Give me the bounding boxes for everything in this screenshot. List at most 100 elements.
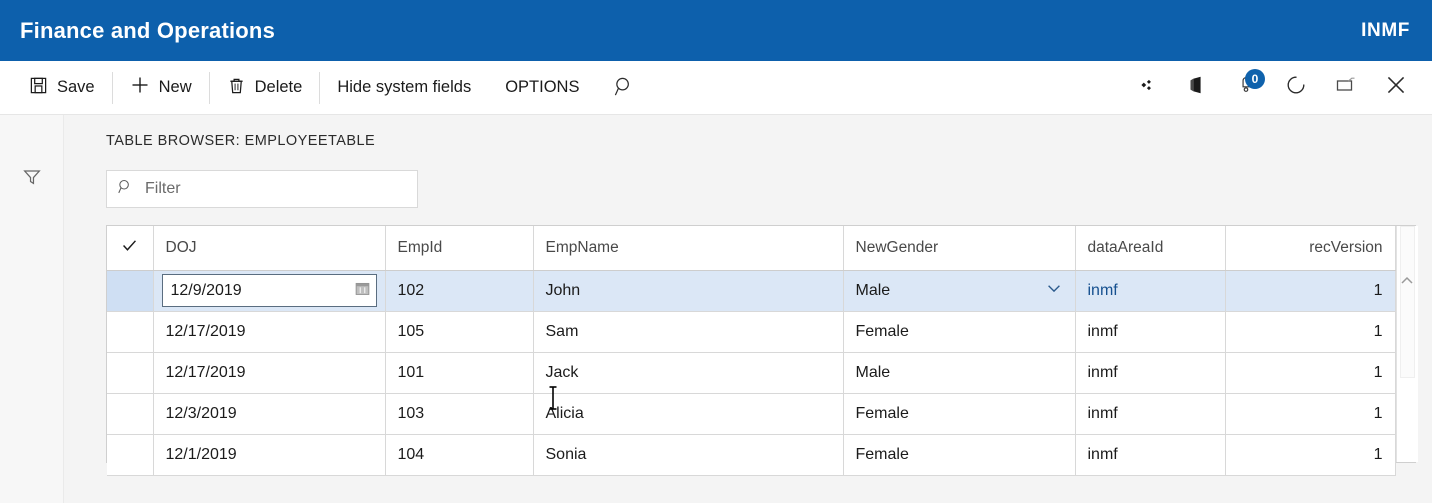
cell-empid[interactable]: 101 xyxy=(385,352,534,394)
save-button[interactable]: Save xyxy=(12,69,112,107)
popout-window-icon xyxy=(1334,73,1358,102)
table-row[interactable]: 12/1/2019 104 Sonia Female inmf 1 xyxy=(107,434,1396,476)
cell-empname[interactable]: Jack xyxy=(533,352,844,394)
settings-diamond-button[interactable] xyxy=(1124,68,1168,108)
filter-input[interactable] xyxy=(143,179,407,199)
cell-doj[interactable]: 12/9/2019 xyxy=(153,270,386,312)
column-header-empid[interactable]: EmpId xyxy=(385,226,534,271)
cell-empname[interactable]: John xyxy=(533,270,844,312)
hide-system-fields-label: Hide system fields xyxy=(337,78,472,96)
settings-diamond-icon xyxy=(1135,74,1157,101)
search-icon xyxy=(613,75,636,103)
refresh-icon xyxy=(1284,73,1308,102)
column-header-recversion[interactable]: recVersion xyxy=(1225,226,1396,271)
office-app-launcher-button[interactable] xyxy=(1174,68,1218,108)
save-button-label: Save xyxy=(57,78,95,96)
cell-doj[interactable]: 12/17/2019 xyxy=(153,311,386,353)
table-row[interactable]: 12/3/2019 103 Alicia Female inmf 1 xyxy=(107,393,1396,435)
new-button-label: New xyxy=(158,78,192,96)
hide-system-fields-button[interactable]: Hide system fields xyxy=(320,69,488,107)
page-title: Finance and Operations xyxy=(20,17,276,43)
filter-box[interactable] xyxy=(106,170,418,208)
cell-newgender[interactable]: Female xyxy=(843,393,1076,435)
scrollbar-thumb[interactable] xyxy=(1399,226,1415,378)
column-header-empname[interactable]: EmpName xyxy=(533,226,844,271)
chevron-down-icon[interactable] xyxy=(1045,279,1063,302)
cell-dataareaid[interactable]: inmf xyxy=(1075,393,1226,435)
newgender-dropdown[interactable]: Male xyxy=(856,279,1063,302)
grid-header: DOJ EmpId EmpName NewGender dataAreaId r… xyxy=(107,226,1396,271)
employee-table-grid: DOJ EmpId EmpName NewGender dataAreaId r… xyxy=(106,225,1418,476)
doj-date-editor[interactable]: 12/9/2019 xyxy=(161,274,377,307)
row-select-cell[interactable] xyxy=(107,311,154,353)
popout-window-button[interactable] xyxy=(1324,68,1368,108)
cell-dataareaid[interactable]: inmf xyxy=(1075,270,1226,312)
cell-recversion[interactable]: 1 xyxy=(1225,434,1396,476)
newgender-value: Male xyxy=(855,281,891,299)
notifications-button[interactable]: 0 xyxy=(1224,68,1268,108)
table-row[interactable]: 12/17/2019 105 Sam Female inmf 1 xyxy=(107,311,1396,353)
column-header-dataareaid[interactable]: dataAreaId xyxy=(1075,226,1226,271)
cell-newgender[interactable]: Female xyxy=(843,434,1076,476)
grid-body: 12/9/2019 102 John Male inmf 1 12/17/201… xyxy=(107,270,1396,476)
save-icon xyxy=(29,76,48,100)
cell-empname[interactable]: Sam xyxy=(533,311,844,353)
command-bar-right-group: 0 xyxy=(1124,68,1432,108)
search-icon xyxy=(117,178,134,200)
checkmark-icon xyxy=(121,240,138,258)
cell-empname[interactable]: Sonia xyxy=(533,434,844,476)
grid-vertical-scrollbar[interactable] xyxy=(1395,226,1418,462)
office-app-launcher-icon xyxy=(1185,74,1207,101)
cell-newgender[interactable]: Male xyxy=(843,352,1076,394)
row-select-cell[interactable] xyxy=(107,270,154,312)
cell-recversion[interactable]: 1 xyxy=(1225,352,1396,394)
cell-empid[interactable]: 102 xyxy=(385,270,534,312)
grid-header-row: DOJ EmpId EmpName NewGender dataAreaId r… xyxy=(107,226,1396,271)
column-header-newgender[interactable]: NewGender xyxy=(843,226,1076,271)
left-rail xyxy=(0,115,64,503)
title-bar: Finance and Operations INMF xyxy=(0,0,1432,61)
new-button[interactable]: New xyxy=(113,69,209,107)
cell-doj[interactable]: 12/3/2019 xyxy=(153,393,386,435)
finance-operations-window: Finance and Operations INMF Save New Del… xyxy=(0,0,1432,503)
calendar-icon[interactable] xyxy=(354,280,371,302)
cell-empname[interactable]: Alicia xyxy=(533,393,844,435)
refresh-button[interactable] xyxy=(1274,68,1318,108)
cell-newgender[interactable]: Male xyxy=(843,270,1076,312)
cell-dataareaid[interactable]: inmf xyxy=(1075,352,1226,394)
filter-pane-button[interactable] xyxy=(18,165,46,193)
cell-recversion[interactable]: 1 xyxy=(1225,270,1396,312)
command-bar-left-group: Save New Delete Hide system fields OPTIO… xyxy=(12,69,646,107)
plus-icon xyxy=(130,75,150,100)
cell-newgender[interactable]: Female xyxy=(843,311,1076,353)
search-button[interactable] xyxy=(602,69,646,109)
cell-empid[interactable]: 103 xyxy=(385,393,534,435)
table-browser-caption: TABLE BROWSER: EMPLOYEETABLE xyxy=(106,133,376,149)
table-row[interactable]: 12/17/2019 101 Jack Male inmf 1 xyxy=(107,352,1396,394)
cell-doj[interactable]: 12/1/2019 xyxy=(153,434,386,476)
close-button[interactable] xyxy=(1374,68,1418,108)
table-row[interactable]: 12/9/2019 102 John Male inmf 1 xyxy=(107,270,1396,312)
cell-recversion[interactable]: 1 xyxy=(1225,393,1396,435)
row-select-cell[interactable] xyxy=(107,434,154,476)
cell-dataareaid[interactable]: inmf xyxy=(1075,311,1226,353)
doj-date-value: 12/9/2019 xyxy=(170,281,242,299)
company-code-label[interactable]: INMF xyxy=(1361,20,1410,42)
scroll-up-button[interactable] xyxy=(1400,274,1415,290)
cell-recversion[interactable]: 1 xyxy=(1225,311,1396,353)
row-select-cell[interactable] xyxy=(107,393,154,435)
close-icon xyxy=(1383,72,1409,103)
cell-empid[interactable]: 105 xyxy=(385,311,534,353)
grid-table: DOJ EmpId EmpName NewGender dataAreaId r… xyxy=(107,226,1396,476)
table-browser-content: TABLE BROWSER: EMPLOYEETABLE Filter DOJ … xyxy=(64,115,1432,503)
options-button[interactable]: OPTIONS xyxy=(488,69,596,107)
cell-empid[interactable]: 104 xyxy=(385,434,534,476)
chevron-up-icon xyxy=(1400,273,1414,291)
delete-button-label: Delete xyxy=(254,78,303,96)
select-all-header[interactable] xyxy=(107,226,154,271)
cell-doj[interactable]: 12/17/2019 xyxy=(153,352,386,394)
cell-dataareaid[interactable]: inmf xyxy=(1075,434,1226,476)
column-header-doj[interactable]: DOJ xyxy=(153,226,386,271)
delete-button[interactable]: Delete xyxy=(210,69,320,107)
row-select-cell[interactable] xyxy=(107,352,154,394)
